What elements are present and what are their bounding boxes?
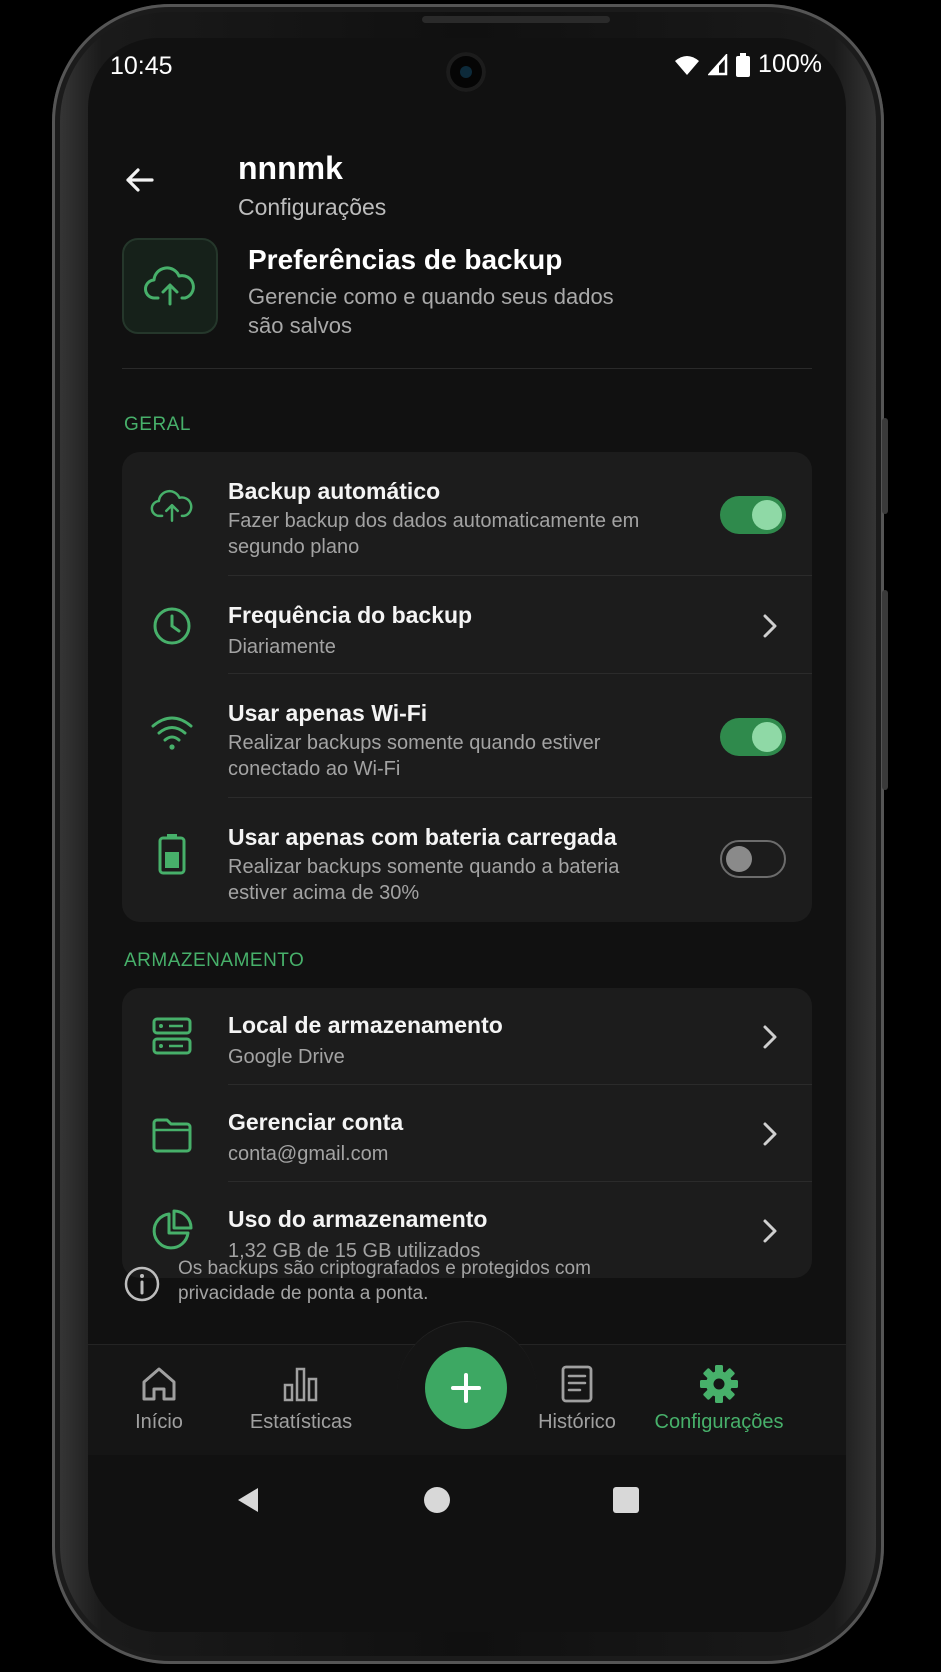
auto-backup-toggle[interactable] [720, 496, 786, 534]
chevron-right-icon [763, 1025, 777, 1049]
home-icon [142, 1367, 176, 1401]
nav-label: Estatísticas [249, 1411, 353, 1433]
battery-charged-toggle[interactable] [720, 840, 786, 878]
setting-battery-charged[interactable]: Usar apenas com bateria carregada Realiz… [122, 798, 812, 922]
signal-status-icon [708, 53, 728, 75]
status-time: 10:45 [110, 52, 173, 80]
setting-title: Backup automático [228, 478, 441, 504]
setting-storage-location[interactable]: Local de armazenamento Google Drive [122, 988, 812, 1085]
nav-item-estatisticas[interactable]: Estatísticas [226, 1363, 376, 1434]
system-home-icon[interactable] [423, 1485, 451, 1515]
page-subtitle: Configurações [238, 194, 387, 220]
nav-item-configuracoes[interactable]: Configurações [644, 1363, 794, 1434]
setting-backup-frequency[interactable]: Frequência do backup Diariamente [122, 576, 812, 674]
chevron-right-icon [763, 1122, 777, 1146]
setting-title: Local de armazenamento [228, 1012, 503, 1038]
storage-settings-card: Local de armazenamento Google Drive Gere… [122, 988, 812, 1278]
chevron-right-icon [763, 1219, 777, 1243]
battery-icon [146, 828, 198, 880]
setting-title: Frequência do backup [228, 602, 473, 628]
add-fab-button[interactable] [425, 1347, 507, 1429]
setting-title: Usar apenas com bateria carregada [228, 824, 617, 850]
chevron-right-icon [763, 614, 777, 638]
app-header: nnnmk Configurações [88, 118, 846, 228]
screen: 10:45 100% nnnmk Configurações Preferênc… [88, 38, 846, 1632]
front-camera [446, 52, 486, 92]
toggle-knob [752, 500, 782, 530]
page-title: nnnmk [238, 150, 343, 186]
cloud-upload-icon [146, 480, 198, 532]
setting-title: Uso do armazenamento [228, 1206, 488, 1232]
setting-auto-backup[interactable]: Backup automático Fazer backup dos dados… [122, 452, 812, 576]
info-text: Os backups são criptografados e protegid… [178, 1258, 591, 1304]
volume-button [882, 418, 888, 514]
setting-title: Usar apenas Wi-Fi [228, 700, 428, 726]
nav-label: Início [135, 1411, 183, 1433]
wifi-only-toggle[interactable] [720, 718, 786, 756]
wifi-icon [146, 706, 198, 758]
hero-subtitle: Gerencie como e quando seus dados são sa… [248, 284, 614, 338]
gear-icon [700, 1365, 738, 1403]
toggle-knob [726, 846, 752, 872]
bottom-nav: Início Estatísticas Histórico Configuraç… [88, 1321, 846, 1455]
setting-subtitle: Fazer backup dos dados automaticamente e… [228, 510, 640, 558]
folder-icon [146, 1109, 198, 1161]
setting-title: Gerenciar conta [228, 1109, 404, 1135]
section-label-storage: ARMAZENAMENTO [124, 950, 305, 971]
bar-chart-icon [283, 1367, 318, 1402]
nav-label: Histórico [538, 1411, 616, 1433]
speaker-slit [422, 16, 610, 23]
setting-value: conta@gmail.com [228, 1143, 389, 1165]
encryption-info: Os backups são criptografados e protegid… [122, 1256, 812, 1316]
hero-title: Preferências de backup [248, 244, 563, 275]
plus-icon [451, 1373, 481, 1403]
back-arrow-icon[interactable] [118, 158, 162, 202]
section-label-general: GERAL [124, 414, 191, 435]
setting-subtitle: Realizar backups somente quando a bateri… [228, 856, 620, 904]
battery-percent: 100% [758, 50, 822, 78]
wifi-status-icon [675, 55, 700, 75]
setting-value: Diariamente [228, 636, 336, 658]
cloud-upload-icon [122, 238, 218, 334]
document-icon [561, 1365, 593, 1403]
nav-item-historico[interactable]: Histórico [502, 1363, 652, 1434]
system-recents-icon[interactable] [612, 1485, 640, 1515]
general-settings-card: Backup automático Fazer backup dos dados… [122, 452, 812, 922]
setting-value: Google Drive [228, 1046, 345, 1068]
divider [122, 368, 812, 369]
pie-chart-icon [146, 1204, 198, 1256]
nav-item-inicio[interactable]: Início [88, 1363, 234, 1434]
server-icon [146, 1010, 198, 1062]
nav-label: Configurações [654, 1411, 784, 1433]
power-button [882, 590, 888, 790]
info-icon [124, 1266, 160, 1302]
system-back-icon[interactable] [234, 1485, 262, 1515]
system-nav-bar [88, 1455, 846, 1543]
backup-preferences-header: Preferências de backup Gerencie como e q… [122, 238, 812, 368]
setting-subtitle: Realizar backups somente quando estiver … [228, 732, 601, 780]
setting-wifi-only[interactable]: Usar apenas Wi-Fi Realizar backups somen… [122, 674, 812, 798]
setting-manage-account[interactable]: Gerenciar conta conta@gmail.com [122, 1085, 812, 1182]
clock-icon [146, 600, 198, 652]
toggle-knob [752, 722, 782, 752]
battery-status-icon [736, 52, 751, 77]
